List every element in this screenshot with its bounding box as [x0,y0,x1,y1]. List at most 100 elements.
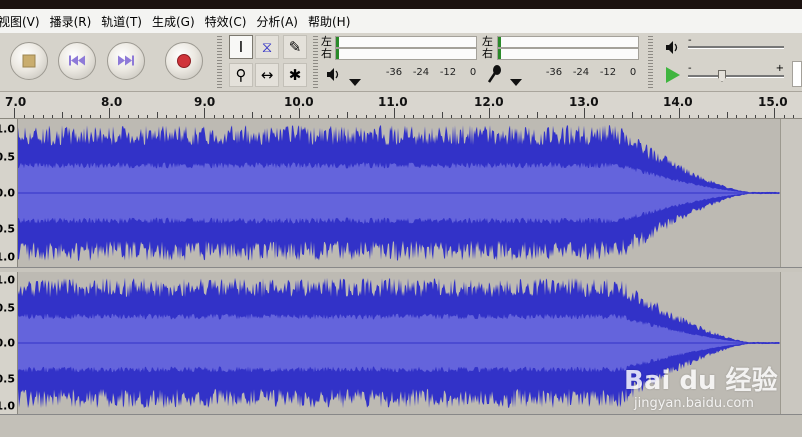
menu-generate[interactable]: 生成(G) [148,13,201,30]
ruler-tick [508,115,509,118]
ruler-label: 7.0 [5,95,27,109]
ruler-tick [337,115,338,118]
ruler-tick [223,115,224,118]
record-button[interactable] [165,42,203,80]
ruler-tick [156,112,158,118]
ruler-label: 15.0 [758,95,788,109]
menu-tracks[interactable]: 轨道(T) [97,13,148,30]
timeshift-icon: ↔ [260,66,274,84]
ruler-tick [669,115,671,118]
zoom-tool-button[interactable]: ⚲ [229,63,253,87]
waveform-left[interactable] [18,119,780,267]
output-volume-icon [666,39,680,58]
chevron-down-icon[interactable] [349,71,361,90]
menu-analyze[interactable]: 分析(A) [252,13,304,30]
ruler-tick [213,115,215,118]
ruler-tick [793,115,794,118]
skip-to-start-icon [69,52,85,71]
ruler-tick [99,115,101,118]
ruler-tick [584,108,585,118]
selection-tool-button[interactable]: I [229,35,253,59]
skip-to-end-button[interactable] [107,42,145,80]
ruler-tick [394,108,395,118]
ruler-tick [641,115,642,118]
record-meter-right[interactable] [497,48,639,60]
ruler-tick [755,115,756,118]
play-button[interactable] [660,63,684,87]
ruler-tick [147,115,148,118]
toolbar-grip[interactable] [217,36,222,88]
ruler-tick [194,115,196,118]
speaker-icon[interactable] [327,66,341,85]
playback-meter-scale: -36 -24 -12 0 [385,67,477,78]
ruler-tick [166,115,167,118]
multi-tool-button[interactable]: ✱ [283,63,307,87]
ruler-tick [489,108,490,118]
ruler-tick [52,115,53,118]
ruler-tick [717,115,718,118]
record-icon [177,54,191,68]
zoom-icon: ⚲ [235,66,247,84]
ruler-tick [261,115,262,118]
audio-track-left[interactable]: 1.0 0.5 0.0 0.5 1.0 [0,119,802,267]
ruler-tick [23,115,25,118]
playback-meter-right[interactable] [335,48,477,60]
ruler-tick [365,115,367,118]
ruler-label: 11.0 [378,95,408,109]
ruler-tick [527,115,528,118]
ruler-tick [204,108,205,118]
baidu-jingyan-watermark: Bai du 经验 jingyan.baidu.com [624,366,778,411]
microphone-icon[interactable] [487,65,502,87]
ruler-tick [726,112,728,118]
toolbar-area: I ⧖ ✎ ⚲ ↔ ✱ 左 右 左 右 -36 -24 -12 0 -36 -2… [0,33,802,92]
ruler-tick [451,115,452,118]
menu-transport[interactable]: 播录(R) [46,13,98,30]
ruler-tick [128,115,129,118]
menu-bar: 视图(V) 播录(R) 轨道(T) 生成(G) 特效(C) 分析(A) 帮助(H… [0,9,802,34]
ruler-tick [517,115,519,118]
ruler-tick [422,115,424,118]
ruler-tick [783,115,785,118]
ruler-tick [736,115,737,118]
ruler-tick [536,112,538,118]
record-meter-left[interactable] [497,36,639,48]
ruler-tick [109,108,110,118]
envelope-tool-button[interactable]: ⧖ [255,35,279,59]
chevron-down-icon[interactable] [510,71,522,90]
ruler-label: 10.0 [284,95,314,109]
window-top-strip [0,0,802,9]
ruler-tick [612,115,614,118]
ruler-tick [280,115,281,118]
menu-view[interactable]: 视图(V) [0,13,46,30]
menu-effect[interactable]: 特效(C) [201,13,253,30]
amplitude-scale: 1.0 0.5 0.0 0.5 1.0 [0,119,18,267]
menu-help[interactable]: 帮助(H) [304,13,356,30]
ruler-tick [80,115,82,118]
ruler-tick [574,115,576,118]
output-volume-slider[interactable]: - [688,35,786,55]
timeshift-tool-button[interactable]: ↔ [255,63,279,87]
toolbar-grip[interactable] [313,36,318,88]
record-meter-scale: -36 -24 -12 0 [545,67,637,78]
input-volume-slider[interactable]: - + [688,63,786,85]
ruler-tick [603,115,604,118]
ruler-tick [555,115,557,118]
ruler-tick [42,115,44,118]
draw-tool-button[interactable]: ✎ [283,35,307,59]
pencil-icon: ✎ [288,38,302,56]
toolbar-grip[interactable] [648,36,653,88]
stop-button[interactable] [10,42,48,80]
ruler-tick [622,115,623,118]
ruler-tick [650,115,652,118]
play-icon [666,67,680,83]
ruler-tick [660,115,661,118]
side-panel-edge [792,61,802,87]
ruler-label: 9.0 [194,95,216,109]
playback-meter-left[interactable] [335,36,477,48]
ruler-tick [413,115,414,118]
skip-to-start-button[interactable] [58,42,96,80]
ruler-label: 12.0 [474,95,504,109]
timeline-ruler[interactable]: 7.0 8.0 9.0 10.0 11.0 12.0 13.0 14.0 15.… [0,92,802,119]
slider-thumb[interactable] [718,70,726,82]
envelope-icon: ⧖ [261,38,273,56]
